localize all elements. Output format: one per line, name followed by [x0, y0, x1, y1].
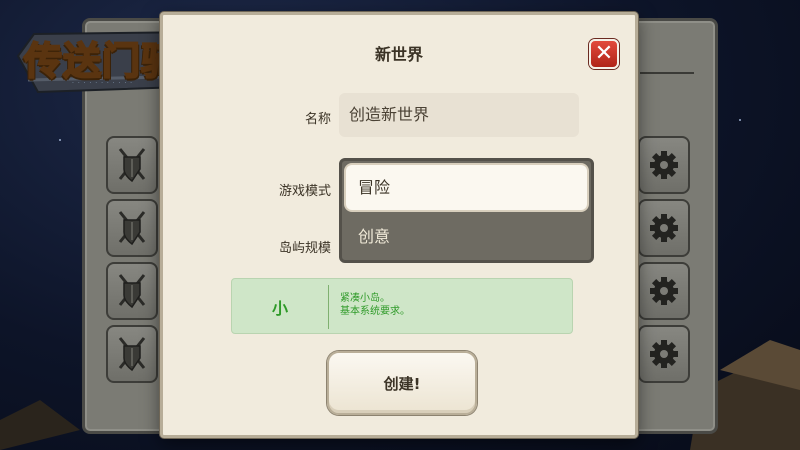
game-mode-label: 游戏模式	[278, 184, 331, 199]
mode-option-creative[interactable]: 创意	[358, 223, 390, 247]
world-list-divider	[640, 72, 694, 74]
game-mode-dropdown[interactable]: 冒险 创意	[339, 158, 594, 263]
island-size-desc-line2: 基本系统要求。	[340, 306, 410, 317]
shield-crossed-swords-icon	[118, 337, 146, 372]
gear-icon	[650, 151, 678, 179]
island-size-desc-line1: 紧凑小岛。	[340, 293, 390, 304]
gear-icon	[650, 214, 678, 242]
world-slot-icon-1[interactable]	[106, 136, 158, 194]
shield-crossed-swords-icon	[118, 274, 146, 309]
island-size-value: 小	[271, 299, 288, 318]
mode-option-adventure[interactable]: 冒险	[346, 165, 587, 210]
close-icon: ✕	[594, 41, 614, 66]
create-button-label: 创建!	[383, 374, 421, 393]
dialog-title: 新世界	[374, 45, 423, 64]
shield-crossed-swords-icon	[118, 211, 146, 246]
world-settings-button-3[interactable]	[638, 262, 690, 320]
world-settings-button-2[interactable]	[638, 199, 690, 257]
island-size-description: 紧凑小岛。 基本系统要求。	[340, 292, 410, 318]
island-size-divider	[328, 285, 329, 329]
name-label: 名称	[304, 112, 331, 127]
gear-icon	[650, 277, 678, 305]
shield-crossed-swords-icon	[118, 148, 146, 183]
island-size-selector[interactable]: 小 紧凑小岛。 基本系统要求。	[231, 278, 573, 334]
new-world-dialog: 新世界 ✕ 名称 创造新世界 游戏模式 岛屿规模 冒险 创意 小 紧凑小岛。 基…	[160, 12, 638, 438]
island-size-label: 岛屿规模	[278, 241, 331, 256]
world-slot-icon-3[interactable]	[106, 262, 158, 320]
gear-icon	[650, 340, 678, 368]
world-name-input[interactable]: 创造新世界	[339, 93, 579, 137]
world-slot-icon-4[interactable]	[106, 325, 158, 383]
world-settings-button-4[interactable]	[638, 325, 690, 383]
logo-subtitle: · · · · · · · · · · ·	[72, 80, 134, 87]
world-settings-button-1[interactable]	[638, 136, 690, 194]
close-button[interactable]: ✕	[589, 39, 619, 69]
create-button[interactable]: 创建!	[327, 351, 477, 415]
world-slot-icon-2[interactable]	[106, 199, 158, 257]
